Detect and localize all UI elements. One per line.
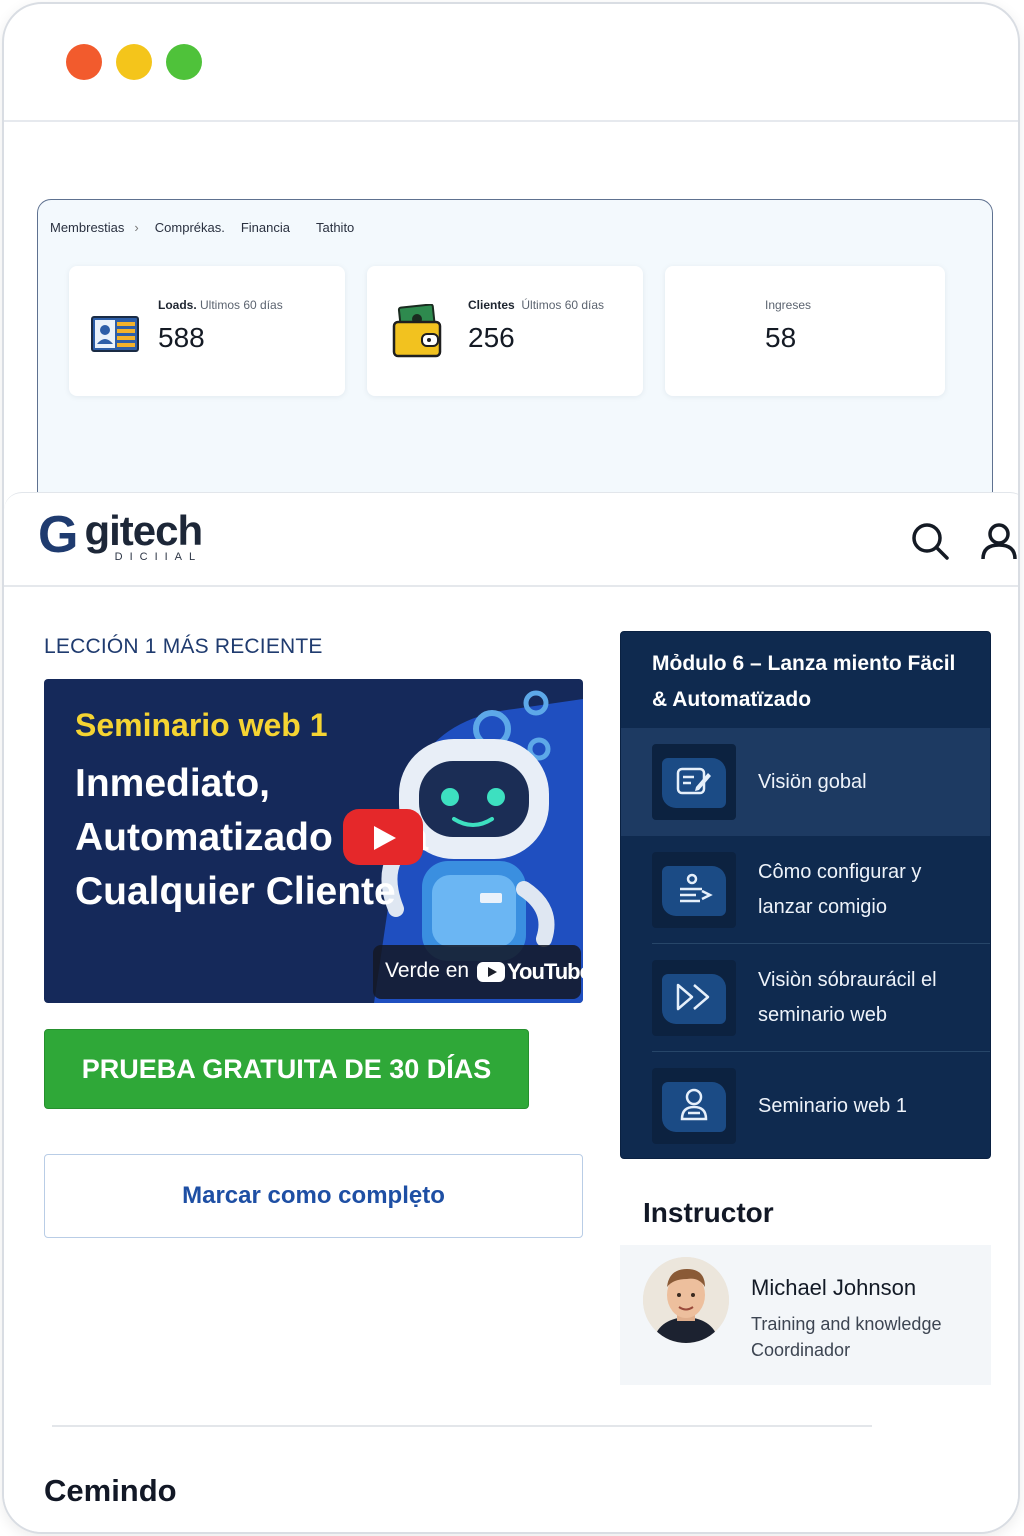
minimize-window-button[interactable] bbox=[116, 44, 152, 80]
stat-value: 256 bbox=[468, 322, 515, 353]
watch-on-label: Verde en bbox=[385, 959, 470, 982]
dashboard-panel: Membrestias › Comprékas. Financia Tathit… bbox=[37, 199, 993, 519]
instructor-card: Michael Johnson Training and knowledge C… bbox=[620, 1245, 991, 1385]
close-window-button[interactable] bbox=[66, 44, 102, 80]
stat-label: Loads. Ultimos 60 días bbox=[158, 298, 283, 312]
lesson-item[interactable]: Cômo configurar y lanzar comigio bbox=[621, 836, 990, 944]
top-navbar: G gitech DICIIAL bbox=[4, 493, 1019, 587]
chevron-right-icon: › bbox=[134, 220, 139, 235]
fast-forward-icon bbox=[652, 960, 736, 1036]
breadcrumb-item-comprekas[interactable]: Comprékas. bbox=[155, 220, 225, 235]
youtube-play-button[interactable] bbox=[343, 809, 423, 865]
breadcrumb-item-tathito[interactable]: Tathito bbox=[316, 220, 354, 235]
video-thumbnail[interactable]: Seminario web 1 Inmediato, Automatizado … bbox=[44, 679, 583, 1003]
stat-card-ingreses: Ingreses 58 bbox=[665, 266, 945, 396]
browser-window: Membrestias › Comprékas. Financia Tathit… bbox=[2, 2, 1020, 1534]
watch-on-youtube-button[interactable]: Verde en YouTube bbox=[373, 945, 583, 999]
instructor-name: Michael Johnson bbox=[751, 1275, 917, 1300]
course-page: G gitech DICIIAL LECCIÓN 1 MÁS RECIENTE bbox=[4, 492, 1019, 1532]
logo-mark: G bbox=[38, 506, 79, 564]
instructor-heading: Instructor bbox=[643, 1197, 774, 1228]
id-card-icon bbox=[91, 316, 139, 352]
youtube-logo-icon: YouTube bbox=[477, 959, 583, 985]
gitech-logo[interactable]: G gitech DICIIAL bbox=[38, 506, 203, 564]
stat-value: 58 bbox=[765, 322, 797, 353]
module-lesson-list: Mỏdulo 6 – Lanza miento Fäcil & Automatï… bbox=[620, 631, 991, 1159]
latest-lesson-heading: LECCIÓN 1 MÁS RECIENTE bbox=[44, 635, 323, 658]
lesson-label: Visiön gobal bbox=[758, 770, 867, 793]
logo-wordmark: gitech bbox=[84, 507, 203, 554]
breadcrumb-item-membrestias[interactable]: Membrestias bbox=[50, 220, 124, 235]
stat-label: Clientes Últimos 60 días bbox=[468, 298, 605, 312]
lesson-label: Visiòn sóbraurácil el seminario web bbox=[758, 969, 937, 1026]
list-arrow-icon bbox=[652, 852, 736, 928]
free-trial-button[interactable]: PRUEBA GRATUITA DE 30 DÍAS bbox=[44, 1029, 529, 1109]
lesson-label: Cômo configurar y lanzar comigio bbox=[758, 861, 922, 918]
content-heading: Cemindo bbox=[44, 1473, 177, 1508]
window-titlebar bbox=[4, 4, 1018, 122]
person-icon bbox=[652, 1068, 736, 1144]
lesson-item[interactable]: Visiön gobal bbox=[621, 728, 990, 836]
module-title: Mỏdulo 6 – Lanza miento Fäcil & Automatï… bbox=[652, 652, 956, 711]
wallet-icon bbox=[392, 304, 442, 358]
stat-card-loads: Loads. Ultimos 60 días 588 bbox=[69, 266, 345, 396]
instructor-role: Training and knowledge Coordinador bbox=[751, 1314, 942, 1360]
video-kicker: Seminario web 1 bbox=[75, 707, 328, 743]
stat-card-clientes: Clientes Últimos 60 días 256 bbox=[367, 266, 643, 396]
edit-note-icon bbox=[652, 744, 736, 820]
mark-complete-button[interactable]: Marcar como complẹto bbox=[44, 1154, 583, 1238]
stat-label: Ingreses bbox=[765, 298, 812, 312]
lesson-item[interactable]: Visiòn sóbraurácil el seminario web bbox=[621, 944, 990, 1052]
search-icon[interactable] bbox=[910, 521, 950, 561]
lesson-label: Seminario web 1 bbox=[758, 1094, 907, 1117]
section-divider bbox=[52, 1425, 872, 1427]
breadcrumb: Membrestias › Comprékas. Financia Tathit… bbox=[50, 220, 354, 235]
user-icon[interactable] bbox=[979, 521, 1019, 561]
lesson-item[interactable]: Seminario web 1 bbox=[621, 1052, 990, 1158]
maximize-window-button[interactable] bbox=[166, 44, 202, 80]
breadcrumb-item-financia[interactable]: Financia bbox=[241, 220, 290, 235]
stat-value: 588 bbox=[158, 322, 205, 353]
avatar bbox=[643, 1257, 729, 1343]
